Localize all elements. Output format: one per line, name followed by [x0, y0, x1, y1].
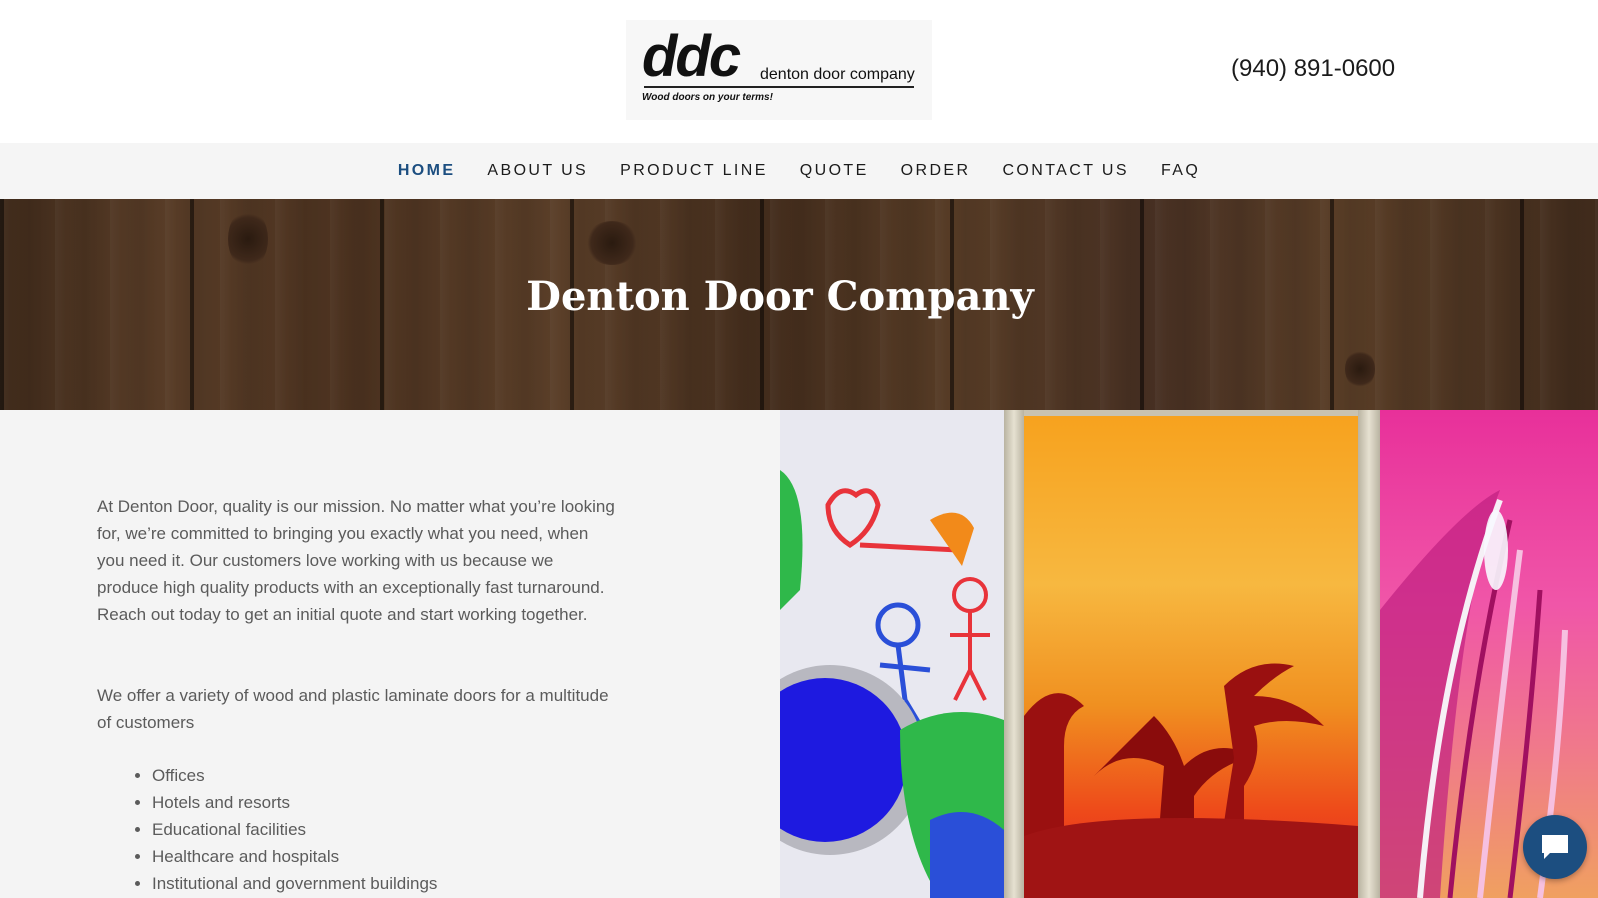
list-item: Educational facilities — [152, 816, 437, 843]
main-nav: HOME ABOUT US PRODUCT LINE QUOTE ORDER C… — [0, 143, 1598, 199]
nav-home[interactable]: HOME — [398, 162, 456, 180]
palm-tree-door — [1024, 416, 1358, 898]
list-item: Hotels and resorts — [152, 789, 437, 816]
list-item: Institutional and government buildings — [152, 870, 437, 897]
nav-product-line[interactable]: PRODUCT LINE — [620, 162, 768, 180]
logo-company-name: denton door company — [760, 66, 915, 83]
door-frame — [1004, 410, 1024, 898]
chat-button[interactable] — [1523, 815, 1587, 879]
door-frame — [1358, 410, 1380, 898]
customer-list: Offices Hotels and resorts Educational f… — [152, 762, 437, 897]
nav-contact-us[interactable]: CONTACT US — [1002, 162, 1129, 180]
site-header: ddc denton door company Wood doors on yo… — [0, 0, 1598, 143]
kids-painting-art — [780, 410, 1004, 898]
company-logo[interactable]: ddc denton door company Wood doors on yo… — [626, 20, 932, 120]
hero-banner: Denton Door Company — [0, 199, 1598, 410]
intro-paragraph: At Denton Door, quality is our mission. … — [97, 497, 615, 624]
door-showcase-image — [780, 410, 1598, 898]
offer-paragraph: We offer a variety of wood and plastic l… — [97, 686, 609, 732]
list-item: Healthcare and hospitals — [152, 843, 437, 870]
nav-order[interactable]: ORDER — [901, 162, 971, 180]
nav-about-us[interactable]: ABOUT US — [487, 162, 588, 180]
hero-title: Denton Door Company — [526, 273, 1034, 320]
chat-bubble-icon — [1542, 835, 1568, 859]
intro-section: At Denton Door, quality is our mission. … — [0, 410, 780, 898]
nav-quote[interactable]: QUOTE — [800, 162, 869, 180]
painted-art-door — [780, 410, 1004, 898]
phone-link[interactable]: (940) 891-0600 — [1231, 55, 1395, 83]
logo-mark: ddc — [642, 24, 741, 89]
nav-faq[interactable]: FAQ — [1161, 162, 1200, 180]
list-item: Offices — [152, 762, 437, 789]
palm-silhouette-art — [1024, 663, 1358, 898]
logo-underline — [644, 86, 914, 88]
logo-tagline: Wood doors on your terms! — [642, 92, 773, 103]
